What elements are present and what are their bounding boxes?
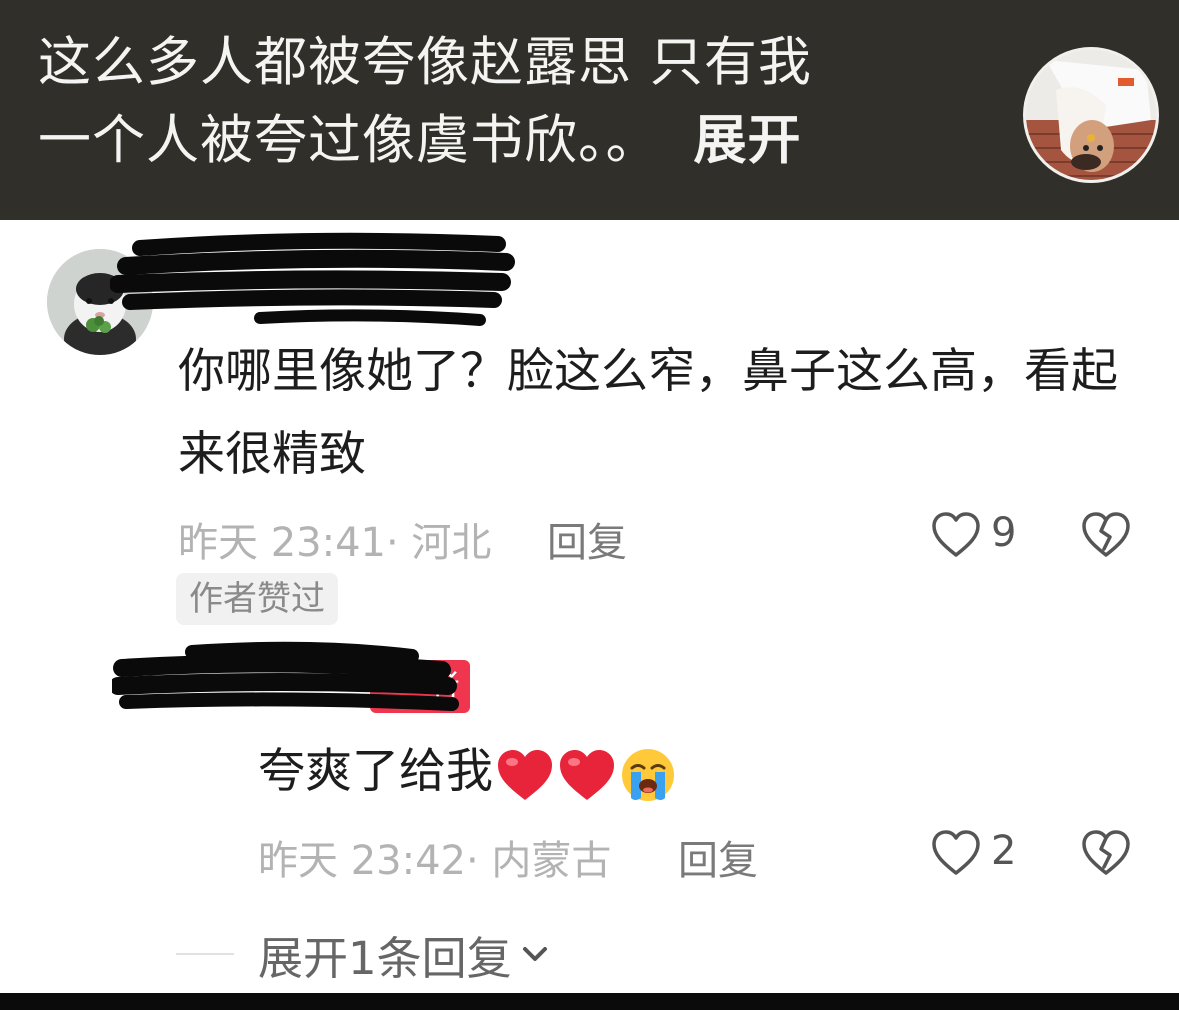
red-heart-icon <box>498 749 552 800</box>
poster-avatar-image <box>1026 50 1156 180</box>
expand-caption-button[interactable]: 展开 <box>694 110 802 171</box>
broken-heart-icon[interactable] <box>1080 829 1132 877</box>
reply-reply-button[interactable]: 回复 <box>678 828 758 886</box>
comment-text: 你哪里像她了？脸这么窄，鼻子这么高，看起来很精致 <box>178 344 1118 482</box>
reply-like-count: 2 <box>991 828 1017 874</box>
comment-like-count: 9 <box>991 510 1017 556</box>
reply-text-content: 夸爽了给我 <box>258 744 493 799</box>
chevron-down-icon <box>522 947 547 961</box>
comment-time-location: 昨天 23:41· 河北 <box>178 520 492 566</box>
heart-outline-icon[interactable] <box>930 511 982 559</box>
expand-replies-button[interactable]: 展开1条回复 <box>176 922 552 986</box>
broken-heart-icon[interactable] <box>1080 511 1132 559</box>
post-caption-line-2: 一个人被夸过像虞书欣。。 展开 <box>38 102 938 180</box>
author-liked-badge: 作者赞过 <box>176 573 338 625</box>
reply-text: 夸爽了给我 <box>258 740 677 804</box>
post-caption: 这么多人都被夸像赵露思 只有我 一个人被夸过像虞书欣。。 展开 <box>38 24 938 180</box>
expand-replies-label: 展开1条回复 <box>258 931 512 985</box>
poster-avatar[interactable] <box>1023 47 1159 183</box>
post-caption-line-2-text: 一个人被夸过像虞书欣。。 <box>38 110 660 171</box>
redacted-username-1 <box>110 232 515 326</box>
red-heart-icon <box>560 749 614 800</box>
post-caption-line-1: 这么多人都被夸像赵露思 只有我 <box>38 32 812 93</box>
redacted-username-2 <box>112 641 459 711</box>
post-caption-banner: 这么多人都被夸像赵露思 只有我 一个人被夸过像虞书欣。。 展开 <box>0 0 1179 220</box>
heart-outline-icon[interactable] <box>930 829 982 877</box>
bottom-edge-bar <box>0 993 1179 1010</box>
expand-divider-line <box>176 953 234 955</box>
reply-time-location: 昨天 23:42· 内蒙古 <box>258 838 612 884</box>
loudly-crying-face-icon <box>622 748 674 801</box>
comment-reply-button[interactable]: 回复 <box>547 510 627 568</box>
